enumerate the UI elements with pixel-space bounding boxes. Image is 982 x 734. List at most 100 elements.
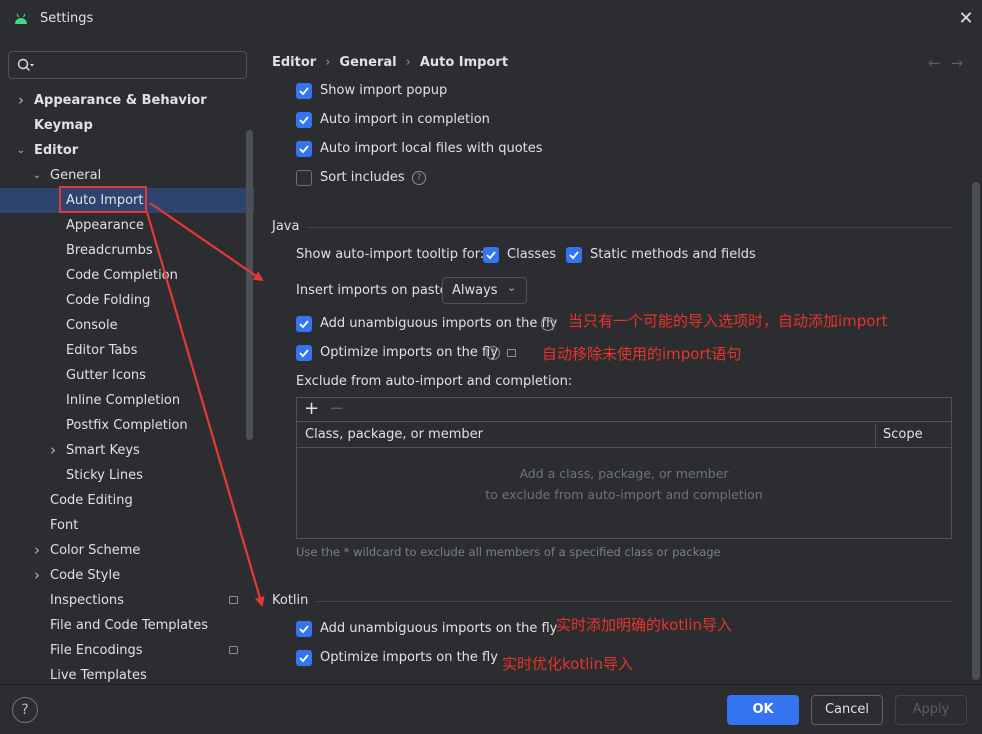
sidebar-item-inspections[interactable]: Inspections (0, 588, 254, 613)
sidebar-scrollbar[interactable] (246, 130, 253, 440)
sidebar-item-code-style[interactable]: › Code Style (0, 563, 254, 588)
table-toolbar: + − (297, 398, 951, 422)
chevron-down-icon[interactable]: ⌄ (14, 138, 28, 163)
window-title: Settings (40, 11, 94, 26)
sidebar-item-console[interactable]: Console (0, 313, 254, 338)
title-bar: Settings ✕ (0, 0, 982, 40)
insert-imports-select[interactable]: Always ⌄ (442, 277, 527, 304)
sidebar-item-font[interactable]: Font (0, 513, 254, 538)
sidebar-item-smart-keys[interactable]: › Smart Keys (0, 438, 254, 463)
sort-includes-option[interactable]: Sort includes ? (296, 167, 436, 189)
auto-import-local-checkbox[interactable] (296, 141, 312, 157)
kotlin-separator (316, 601, 952, 602)
chevron-right-icon[interactable]: › (30, 563, 44, 588)
chevron-down-icon[interactable]: ⌄ (30, 163, 44, 188)
sidebar-item-inline-completion[interactable]: Inline Completion (0, 388, 254, 413)
sidebar-item-label: Sticky Lines (66, 468, 143, 483)
chevron-right-icon[interactable]: › (46, 438, 60, 463)
sidebar-item-label: File Encodings (50, 643, 143, 658)
sidebar-item-label: File and Code Templates (50, 618, 208, 633)
check-icon (569, 251, 579, 260)
show-import-popup-label: Show import popup (320, 83, 448, 98)
sidebar-item-label: Editor Tabs (66, 343, 138, 358)
sidebar-item-label: Color Scheme (50, 543, 141, 558)
check-icon (299, 625, 309, 634)
search-icon (17, 58, 34, 71)
sort-includes-label: Sort includes (320, 170, 405, 185)
sidebar-item-file-encodings[interactable]: File Encodings (0, 638, 254, 663)
sidebar-item-label: Code Folding (66, 293, 151, 308)
help-icon[interactable]: ? (412, 171, 426, 185)
sidebar-item-file-and-code-templates[interactable]: File and Code Templates (0, 613, 254, 638)
static-methods-checkbox[interactable] (566, 247, 582, 263)
sidebar-item-postfix-completion[interactable]: Postfix Completion (0, 413, 254, 438)
classes-label: Classes (507, 247, 556, 262)
sidebar-item-general[interactable]: ⌄ General (0, 163, 254, 188)
sidebar-item-code-folding[interactable]: Code Folding (0, 288, 254, 313)
sidebar-item-label: Editor (34, 143, 79, 158)
sidebar-item-label: General (50, 168, 102, 183)
java-section-title: Java (272, 219, 300, 234)
sidebar-item-code-completion[interactable]: Code Completion (0, 263, 254, 288)
back-arrow-icon[interactable]: ← (928, 54, 951, 72)
column-divider[interactable] (875, 423, 876, 448)
sidebar-item-label: Postfix Completion (66, 418, 188, 433)
sidebar-item-appearance[interactable]: Appearance (0, 213, 254, 238)
annotation-highlight-box (59, 186, 147, 213)
sort-includes-checkbox[interactable] (296, 170, 312, 186)
chevron-right-icon[interactable]: › (14, 88, 28, 113)
apply-button[interactable]: Apply (895, 695, 967, 725)
help-icon[interactable]: ? (541, 317, 555, 331)
remove-icon[interactable]: − (329, 398, 344, 420)
sidebar-item-keymap[interactable]: Keymap (0, 113, 254, 138)
sidebar-item-code-editing[interactable]: Code Editing (0, 488, 254, 513)
sidebar-item-color-scheme[interactable]: › Color Scheme (0, 538, 254, 563)
auto-import-completion-checkbox[interactable] (296, 112, 312, 128)
sidebar-item-appearance-behavior[interactable]: › Appearance & Behavior (0, 88, 254, 113)
annotation-kotlin-optimize: 实时优化kotlin导入 (502, 655, 634, 673)
sidebar-item-gutter-icons[interactable]: Gutter Icons (0, 363, 254, 388)
column-scope[interactable]: Scope (883, 427, 923, 442)
close-icon[interactable]: ✕ (957, 10, 975, 28)
check-icon (299, 320, 309, 329)
content-scrollbar[interactable] (972, 182, 980, 680)
java-optimize-checkbox[interactable] (296, 345, 312, 361)
kotlin-add-unambiguous-label: Add unambiguous imports on the fly (320, 621, 558, 636)
add-icon[interactable]: + (304, 398, 319, 420)
check-icon (299, 116, 309, 125)
forward-arrow-icon[interactable]: → (951, 54, 974, 72)
tooltip-options: Show auto-import tooltip for: Classes St… (296, 244, 756, 266)
kotlin-add-unambiguous-checkbox[interactable] (296, 621, 312, 637)
sidebar-item-breadcrumbs[interactable]: Breadcrumbs (0, 238, 254, 263)
kotlin-section-title: Kotlin (272, 593, 309, 608)
ok-button[interactable]: OK (727, 695, 799, 725)
annotation-java-optimize: 自动移除未使用的import语句 (542, 345, 742, 363)
breadcrumb-editor[interactable]: Editor (272, 55, 316, 70)
check-icon (299, 87, 309, 96)
column-class-package-member[interactable]: Class, package, or member (305, 427, 483, 442)
show-import-popup-checkbox[interactable] (296, 83, 312, 99)
empty-text-line2: to exclude from auto-import and completi… (485, 487, 763, 502)
java-add-unambiguous-option[interactable]: Add unambiguous imports on the fly ? (296, 313, 557, 335)
search-input[interactable] (8, 51, 247, 79)
cancel-button[interactable]: Cancel (811, 695, 883, 725)
insert-imports-value: Always (452, 283, 498, 298)
project-scope-icon (229, 596, 238, 604)
check-icon (486, 251, 496, 260)
check-icon (299, 145, 309, 154)
java-optimize-option[interactable]: Optimize imports on the fly ? (296, 342, 536, 364)
sidebar-item-label: Console (66, 318, 118, 333)
nav-arrows: ←→ (928, 54, 973, 72)
sidebar-item-sticky-lines[interactable]: Sticky Lines (0, 463, 254, 488)
sidebar-item-editor-tabs[interactable]: Editor Tabs (0, 338, 254, 363)
help-icon[interactable]: ? (486, 346, 500, 360)
java-optimize-label: Optimize imports on the fly (320, 345, 498, 360)
java-add-unambiguous-checkbox[interactable] (296, 316, 312, 332)
help-button[interactable]: ? (12, 697, 38, 723)
sidebar-item-editor[interactable]: ⌄ Editor (0, 138, 254, 163)
breadcrumb-general[interactable]: General (339, 55, 396, 70)
kotlin-optimize-checkbox[interactable] (296, 650, 312, 666)
chevron-right-icon[interactable]: › (30, 538, 44, 563)
classes-checkbox[interactable] (483, 247, 499, 263)
sidebar-item-label: Code Completion (66, 268, 178, 283)
